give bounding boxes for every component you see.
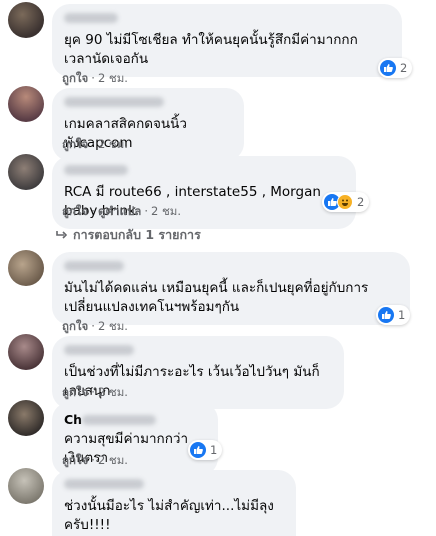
comment-meta: ถูกใจ · 2 ชม. bbox=[62, 70, 128, 88]
haha-reaction-icon bbox=[337, 194, 353, 210]
avatar[interactable] bbox=[8, 468, 44, 504]
reaction-summary[interactable]: 2 bbox=[378, 58, 413, 78]
commenter-name-blurred[interactable] bbox=[64, 479, 144, 489]
comment-text: ยุค 90 ไม่มีโซเชียล ทำให้คนยุคนั้นรู้สึก… bbox=[64, 32, 358, 67]
timestamp[interactable]: 2 ชม. bbox=[151, 204, 181, 218]
reaction-summary[interactable]: 1 bbox=[376, 305, 411, 325]
comment-bubble: ช่วงนั้นมีอะไร ไม่สำคัญเท่า...ไม่มีลุงคร… bbox=[52, 470, 296, 536]
like-link[interactable]: ถูกใจ bbox=[62, 71, 88, 85]
comment-bubble: มันไม่ได้คดแล่น เหมือนยุคนี้ และก็เปนยุค… bbox=[52, 252, 410, 325]
comment-meta: ถูกใจ · ดูคำแปล · 2 ชม. bbox=[62, 203, 181, 221]
like-reaction-icon bbox=[190, 442, 206, 458]
comment-meta: ถูกใจ · 2 ชม. bbox=[62, 318, 128, 336]
commenter-name-blurred bbox=[82, 414, 157, 425]
commenter-name-blurred[interactable] bbox=[64, 97, 164, 107]
commenter-name-blurred[interactable] bbox=[64, 165, 128, 175]
like-link[interactable]: ถูกใจ bbox=[62, 204, 88, 218]
timestamp[interactable]: 2 ชม. bbox=[98, 385, 128, 399]
separator: · bbox=[91, 453, 95, 467]
avatar[interactable] bbox=[8, 2, 44, 38]
like-link[interactable]: ถูกใจ bbox=[62, 137, 88, 151]
comment-bubble: ยุค 90 ไม่มีโซเชียล ทำให้คนยุคนั้นรู้สึก… bbox=[52, 4, 402, 77]
separator: · bbox=[144, 204, 148, 218]
comment-text: ช่วงนั้นมีอะไร ไม่สำคัญเท่า...ไม่มีลุงคร… bbox=[64, 498, 274, 533]
timestamp[interactable]: 2 ชม. bbox=[98, 71, 128, 85]
separator: · bbox=[91, 137, 95, 151]
like-reaction-icon bbox=[380, 60, 396, 76]
reaction-count: 2 bbox=[400, 61, 408, 75]
avatar[interactable] bbox=[8, 154, 44, 190]
replies-label: การตอบกลับ 1 รายการ bbox=[73, 227, 201, 242]
commenter-name[interactable]: Ch bbox=[64, 409, 206, 428]
comment-meta: ถูกใจ · 2 ชม. bbox=[62, 384, 128, 402]
reaction-summary[interactable]: 2 bbox=[322, 192, 370, 212]
commenter-name-visible: Ch bbox=[64, 412, 83, 427]
see-translation-link[interactable]: ดูคำแปล bbox=[98, 204, 141, 218]
like-reaction-icon bbox=[378, 307, 394, 323]
avatar[interactable] bbox=[8, 250, 44, 286]
timestamp[interactable]: 2 ชม. bbox=[98, 319, 128, 333]
separator: · bbox=[91, 319, 95, 333]
comment-text: มันไม่ได้คดแล่น เหมือนยุคนี้ และก็เปนยุค… bbox=[64, 280, 369, 315]
comment-meta: ถูกใจ · 2 ชม. bbox=[62, 452, 128, 470]
avatar[interactable] bbox=[8, 400, 44, 436]
timestamp[interactable]: 2 ชม. bbox=[98, 453, 128, 467]
reaction-count: 1 bbox=[210, 443, 218, 457]
reaction-count: 2 bbox=[357, 195, 365, 209]
avatar[interactable] bbox=[8, 334, 44, 370]
commenter-name-blurred[interactable] bbox=[64, 13, 118, 23]
separator: · bbox=[91, 204, 95, 218]
reaction-summary[interactable]: 1 bbox=[188, 440, 223, 460]
comment-meta: ถูกใจ · 2 ชม. bbox=[62, 136, 128, 154]
avatar[interactable] bbox=[8, 86, 44, 122]
commenter-name-blurred[interactable] bbox=[64, 345, 134, 355]
timestamp[interactable]: 2 ชม. bbox=[98, 137, 128, 151]
like-link[interactable]: ถูกใจ bbox=[62, 453, 88, 467]
reaction-count: 1 bbox=[398, 308, 406, 322]
like-link[interactable]: ถูกใจ bbox=[62, 385, 88, 399]
commenter-name-blurred[interactable] bbox=[64, 261, 124, 271]
separator: · bbox=[91, 385, 95, 399]
view-replies-link[interactable]: การตอบกลับ 1 รายการ bbox=[56, 225, 201, 245]
separator: · bbox=[91, 71, 95, 85]
reply-arrow-icon bbox=[56, 230, 67, 240]
like-link[interactable]: ถูกใจ bbox=[62, 319, 88, 333]
